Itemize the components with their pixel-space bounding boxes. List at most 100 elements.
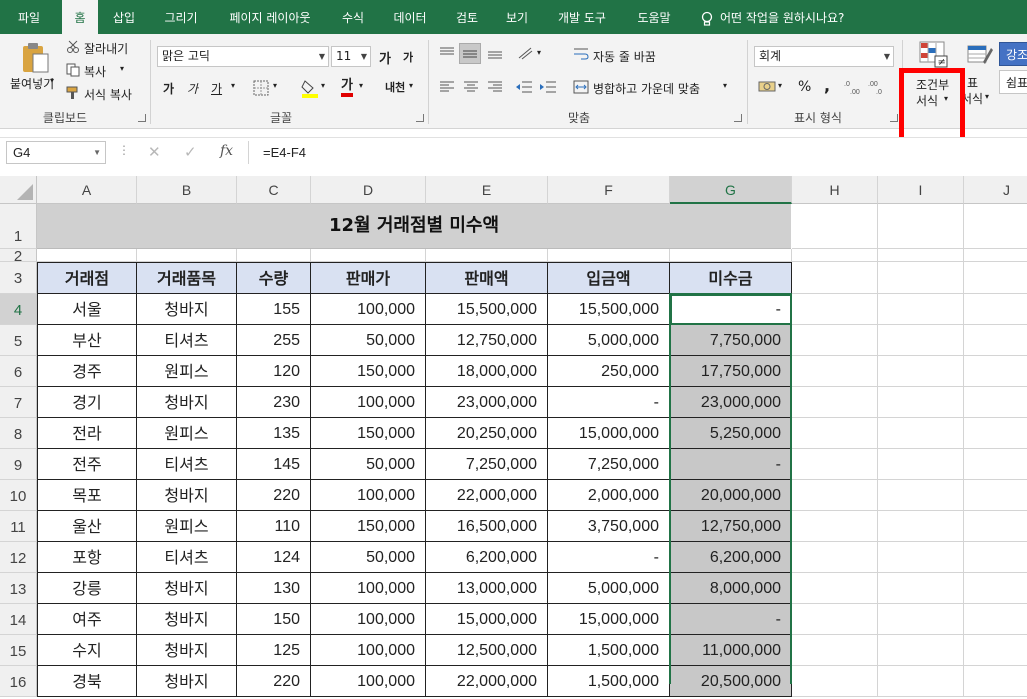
table-cell[interactable]: 50,000 — [311, 542, 426, 573]
column-header-b[interactable]: B — [137, 176, 237, 204]
underline-dropdown-icon[interactable]: ▾ — [231, 81, 235, 90]
cell[interactable] — [878, 542, 964, 573]
name-box[interactable]: G4 ▼ — [6, 141, 106, 164]
column-header-h[interactable]: H — [792, 176, 878, 204]
receivable-cell[interactable]: 23,000,000 — [670, 387, 792, 418]
table-cell[interactable]: 15,000,000 — [426, 604, 548, 635]
table-cell[interactable]: 15,500,000 — [426, 294, 548, 325]
cell[interactable] — [964, 387, 1027, 418]
cell[interactable] — [878, 356, 964, 387]
row-header-5[interactable]: 5 — [0, 325, 37, 356]
table-cell[interactable]: 원피스 — [137, 356, 237, 387]
align-middle-button[interactable] — [459, 43, 481, 64]
grow-font-button[interactable]: 가 — [379, 48, 391, 67]
borders-dropdown-icon[interactable]: ▾ — [273, 81, 277, 90]
column-header-e[interactable]: E — [426, 176, 548, 204]
cell[interactable] — [792, 249, 878, 262]
table-cell[interactable]: 50,000 — [311, 449, 426, 480]
insert-function-icon[interactable]: fx — [220, 143, 233, 159]
cell[interactable] — [964, 511, 1027, 542]
row-header-15[interactable]: 15 — [0, 635, 37, 666]
cell[interactable] — [426, 249, 548, 262]
cell[interactable] — [964, 418, 1027, 449]
clipboard-launcher-icon[interactable] — [138, 114, 146, 122]
table-cell[interactable]: 135 — [237, 418, 311, 449]
merge-center-button[interactable]: 병합하고 가운데 맞춤 — [593, 80, 700, 97]
table-cell[interactable]: 23,000,000 — [426, 387, 548, 418]
font-launcher-icon[interactable] — [416, 114, 424, 122]
underline-button[interactable]: 가 — [211, 80, 222, 97]
row-header-16[interactable]: 16 — [0, 666, 37, 697]
table-cell[interactable]: 12,500,000 — [426, 635, 548, 666]
receivable-cell[interactable]: 20,500,000 — [670, 666, 792, 697]
table-cell[interactable]: 255 — [237, 325, 311, 356]
align-center-icon[interactable] — [463, 80, 479, 94]
table-cell[interactable]: 100,000 — [311, 604, 426, 635]
cell[interactable] — [792, 449, 878, 480]
row-header-10[interactable]: 10 — [0, 480, 37, 511]
font-name-select[interactable]: 맑은 고딕 ▼ — [157, 46, 329, 67]
table-cell[interactable]: 부산 — [37, 325, 137, 356]
table-cell[interactable]: 티셔츠 — [137, 542, 237, 573]
cell[interactable] — [878, 262, 964, 294]
cell[interactable] — [878, 511, 964, 542]
paste-dropdown-icon[interactable]: ▾ — [50, 76, 54, 85]
receivable-cell[interactable]: 11,000,000 — [670, 635, 792, 666]
cell[interactable] — [878, 604, 964, 635]
borders-icon[interactable] — [253, 80, 269, 96]
table-cell[interactable]: 7,250,000 — [426, 449, 548, 480]
shrink-font-button[interactable]: 가 — [403, 49, 413, 65]
table-cell[interactable]: 5,000,000 — [548, 573, 670, 604]
row-header-4[interactable]: 4 — [0, 294, 37, 325]
table-cell[interactable]: 청바지 — [137, 387, 237, 418]
cell[interactable] — [878, 387, 964, 418]
paste-button[interactable]: 붙여넣기 — [10, 75, 54, 92]
tab-data[interactable]: 데이터 — [384, 0, 436, 34]
table-cell[interactable]: 22,000,000 — [426, 666, 548, 697]
cell[interactable] — [878, 249, 964, 262]
table-cell[interactable]: 청바지 — [137, 635, 237, 666]
cell[interactable] — [964, 635, 1027, 666]
tab-home[interactable]: 홈 — [62, 0, 98, 34]
table-cell[interactable]: 전라 — [37, 418, 137, 449]
cell[interactable] — [964, 604, 1027, 635]
table-cell[interactable]: 5,000,000 — [548, 325, 670, 356]
cell[interactable] — [964, 573, 1027, 604]
format-painter-button[interactable]: 서식 복사 — [84, 86, 132, 103]
table-cell[interactable]: 220 — [237, 666, 311, 697]
paste-icon[interactable] — [20, 42, 50, 74]
increase-decimal-icon[interactable]: .0.00 — [844, 79, 864, 95]
table-cell[interactable]: 경주 — [37, 356, 137, 387]
align-left-icon[interactable] — [439, 80, 455, 94]
column-header-j[interactable]: J — [964, 176, 1027, 204]
cell[interactable] — [792, 294, 878, 325]
cell[interactable] — [792, 480, 878, 511]
table-header-cell[interactable]: 판매액 — [426, 262, 548, 294]
table-header-cell[interactable]: 입금액 — [548, 262, 670, 294]
receivable-cell[interactable]: 7,750,000 — [670, 325, 792, 356]
table-cell[interactable]: 125 — [237, 635, 311, 666]
table-cell[interactable]: 150 — [237, 604, 311, 635]
orientation-icon[interactable] — [517, 46, 533, 60]
table-cell[interactable]: 250,000 — [548, 356, 670, 387]
table-cell[interactable]: 18,000,000 — [426, 356, 548, 387]
column-header-f[interactable]: F — [548, 176, 670, 204]
table-header-cell[interactable]: 거래점 — [37, 262, 137, 294]
table-cell[interactable]: 청바지 — [137, 480, 237, 511]
table-cell[interactable]: - — [548, 542, 670, 573]
decrease-decimal-icon[interactable]: .00.0 — [868, 79, 888, 95]
tab-help[interactable]: 도움말 — [628, 0, 680, 34]
copy-dropdown-icon[interactable]: ▾ — [120, 64, 124, 73]
increase-indent-icon[interactable] — [539, 80, 557, 94]
table-cell[interactable]: 230 — [237, 387, 311, 418]
cell[interactable] — [792, 635, 878, 666]
table-cell[interactable]: 여주 — [37, 604, 137, 635]
fill-color-dropdown-icon[interactable]: ▾ — [321, 81, 325, 90]
table-cell[interactable]: 서울 — [37, 294, 137, 325]
table-cell[interactable]: 3,750,000 — [548, 511, 670, 542]
accounting-format-icon[interactable] — [758, 79, 776, 95]
cell[interactable] — [878, 635, 964, 666]
tab-insert[interactable]: 삽입 — [104, 0, 144, 34]
table-cell[interactable]: 100,000 — [311, 635, 426, 666]
font-size-select[interactable]: 11 ▼ — [331, 46, 371, 67]
